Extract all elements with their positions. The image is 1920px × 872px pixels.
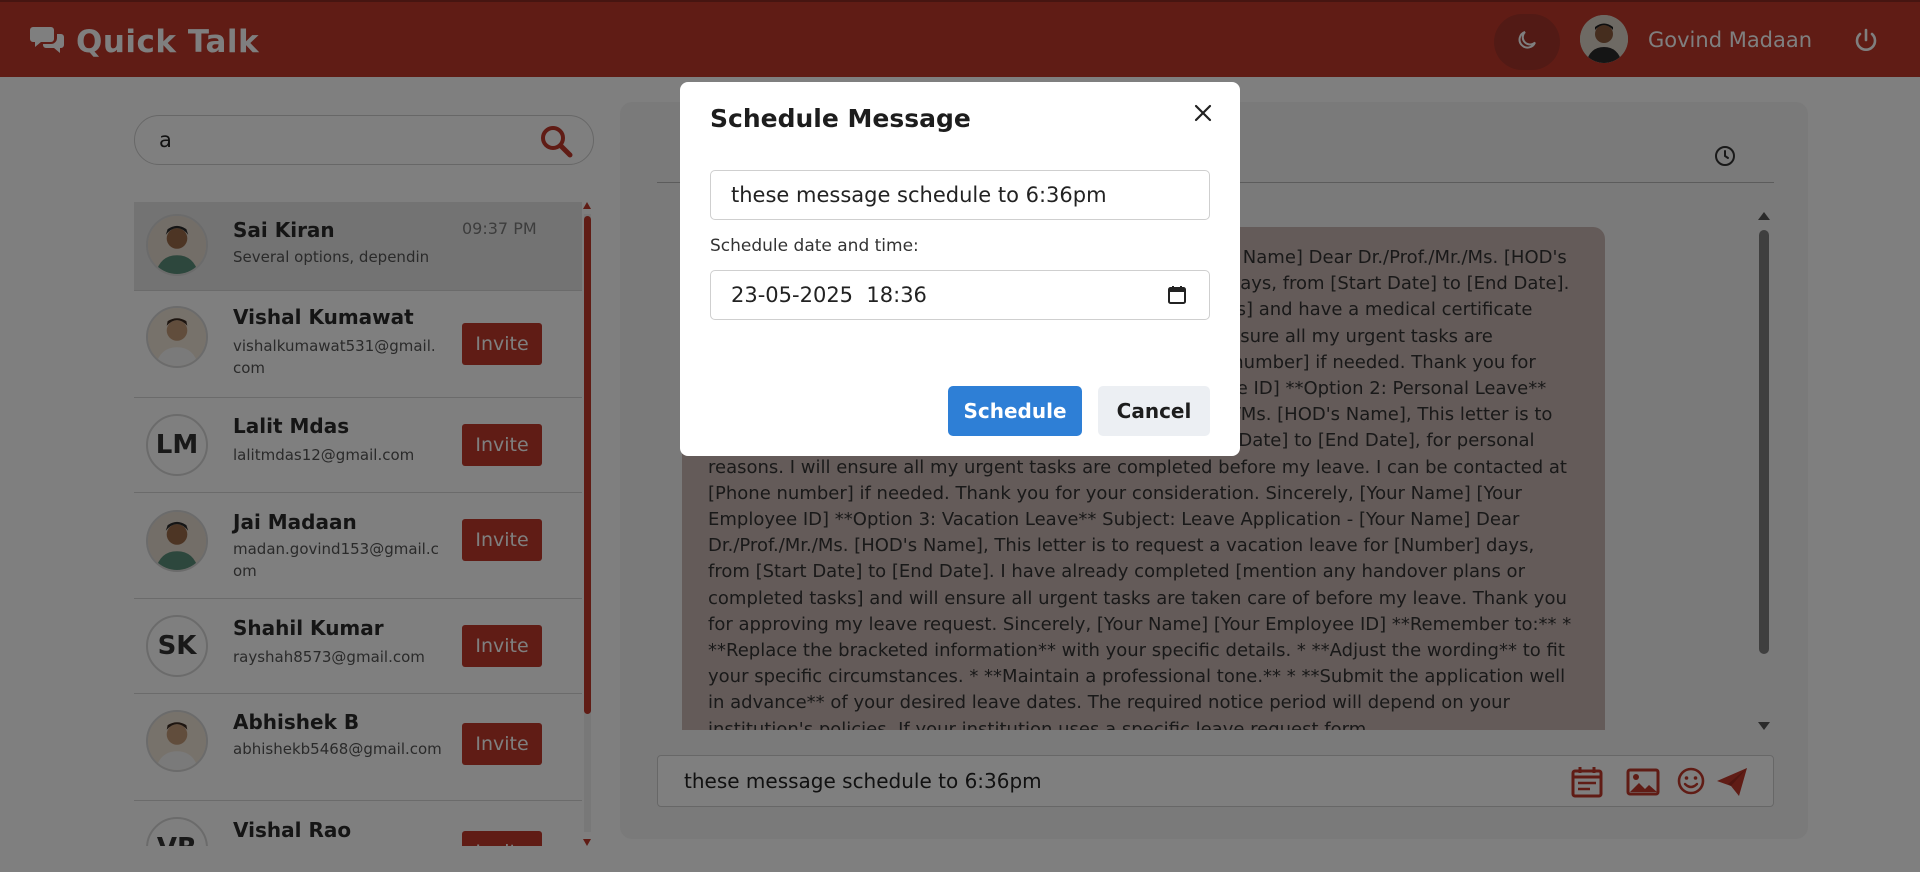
message-value: these message schedule to 6:36pm: [731, 183, 1107, 207]
schedule-datetime-input[interactable]: 23-05-2025 18:36: [710, 270, 1210, 320]
calendar-icon[interactable]: [1167, 285, 1187, 305]
cancel-button[interactable]: Cancel: [1098, 386, 1210, 436]
datetime-label: Schedule date and time:: [710, 236, 919, 256]
close-icon[interactable]: [1192, 102, 1214, 124]
schedule-message-dialog: Schedule Message these message schedule …: [680, 82, 1240, 456]
datetime-value: 23-05-2025 18:36: [731, 283, 927, 307]
dialog-title: Schedule Message: [710, 104, 971, 133]
schedule-message-input[interactable]: these message schedule to 6:36pm: [710, 170, 1210, 220]
schedule-button[interactable]: Schedule: [948, 386, 1082, 436]
